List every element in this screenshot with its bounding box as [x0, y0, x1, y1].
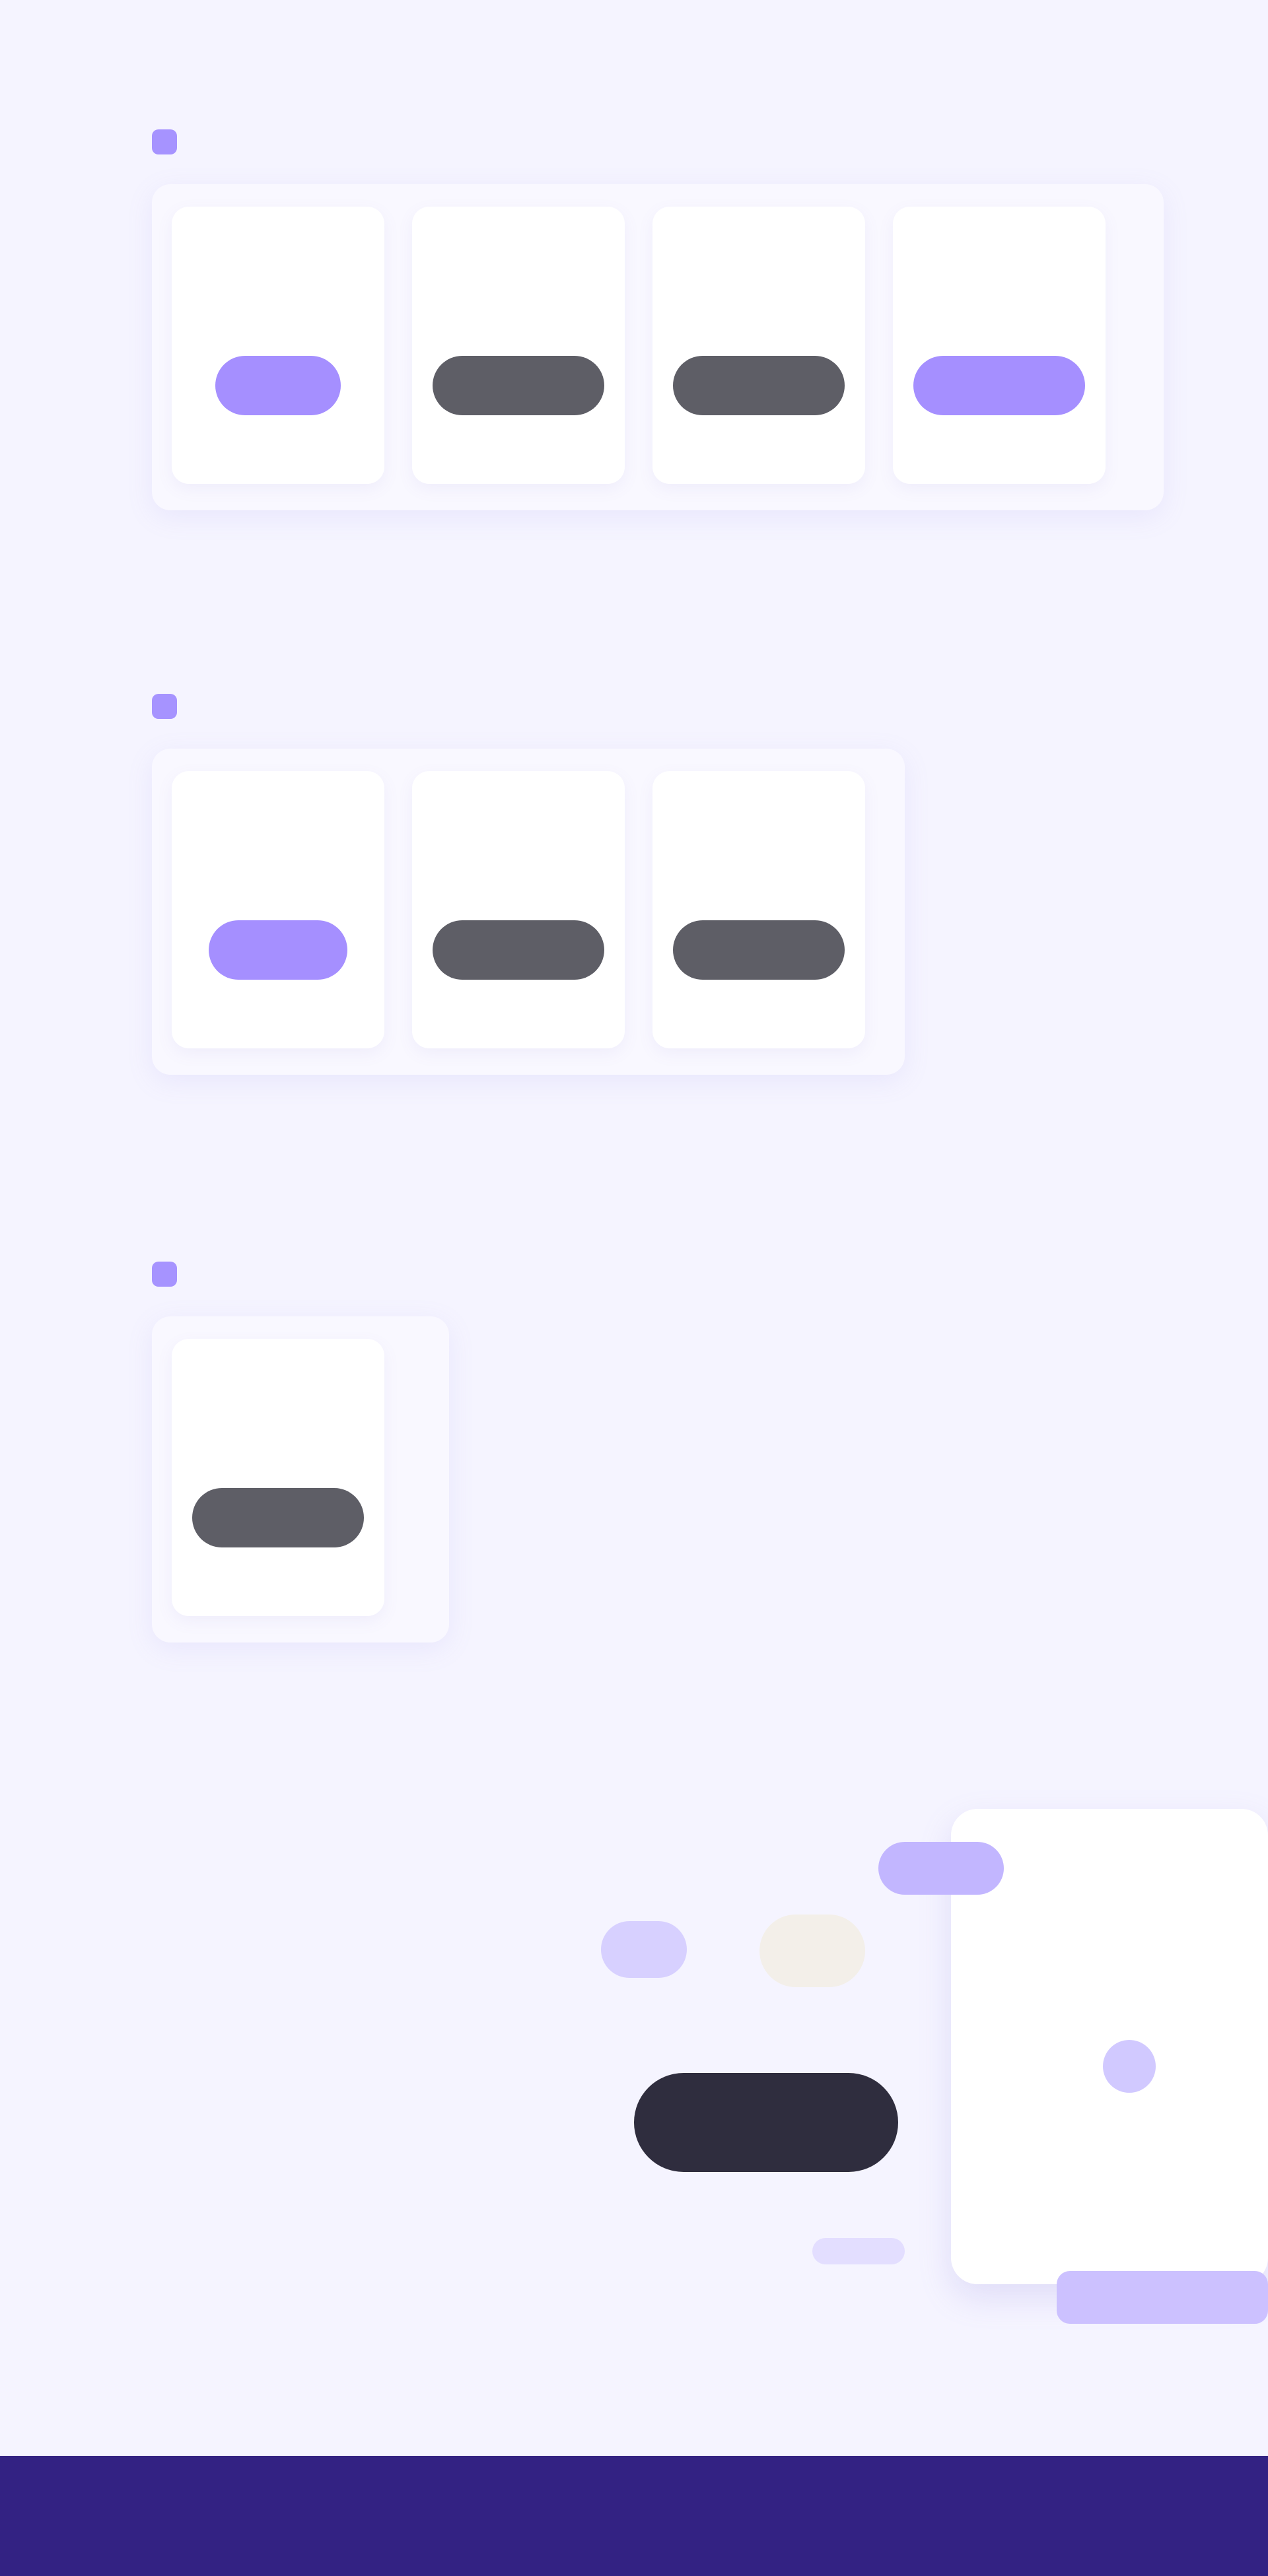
promo-tag — [878, 1842, 1004, 1895]
section-2 — [152, 687, 905, 1114]
plan-button[interactable] — [215, 356, 341, 415]
promo-chip-right — [759, 1915, 865, 1987]
promo-chip-left — [601, 1921, 687, 1978]
plan-card — [652, 771, 865, 1048]
mockup-accent-bar — [1057, 2271, 1268, 2324]
plan-button[interactable] — [673, 920, 845, 980]
footer — [0, 2456, 1268, 2576]
plan-button[interactable] — [673, 356, 845, 415]
section-2-title — [152, 687, 905, 726]
plan-card — [172, 771, 384, 1048]
plan-card — [893, 207, 1106, 484]
plan-button[interactable] — [433, 356, 604, 415]
mockup-accent-line — [812, 2238, 905, 2264]
section-icon — [152, 129, 177, 154]
top-bar — [152, 26, 1143, 66]
section-3 — [152, 1254, 449, 1682]
plan-card — [412, 207, 625, 484]
plan-button[interactable] — [913, 356, 1085, 415]
section-1 — [152, 122, 1164, 550]
plan-card — [652, 207, 865, 484]
plan-button[interactable] — [433, 920, 604, 980]
promo-section — [152, 1809, 1268, 2330]
plan-card — [412, 771, 625, 1048]
section-icon — [152, 1262, 177, 1287]
section-icon — [152, 694, 177, 719]
mockup-accent-dot — [1103, 2040, 1156, 2093]
plan-card — [172, 1339, 384, 1616]
section-3-panel — [152, 1316, 449, 1643]
section-1-title — [152, 122, 1164, 162]
plan-button[interactable] — [209, 920, 347, 980]
section-2-panel — [152, 749, 905, 1075]
section-1-panel — [152, 184, 1164, 510]
section-3-title — [152, 1254, 449, 1294]
plan-card — [172, 207, 384, 484]
plan-button[interactable] — [192, 1488, 364, 1547]
promo-cta-button[interactable] — [634, 2073, 898, 2172]
